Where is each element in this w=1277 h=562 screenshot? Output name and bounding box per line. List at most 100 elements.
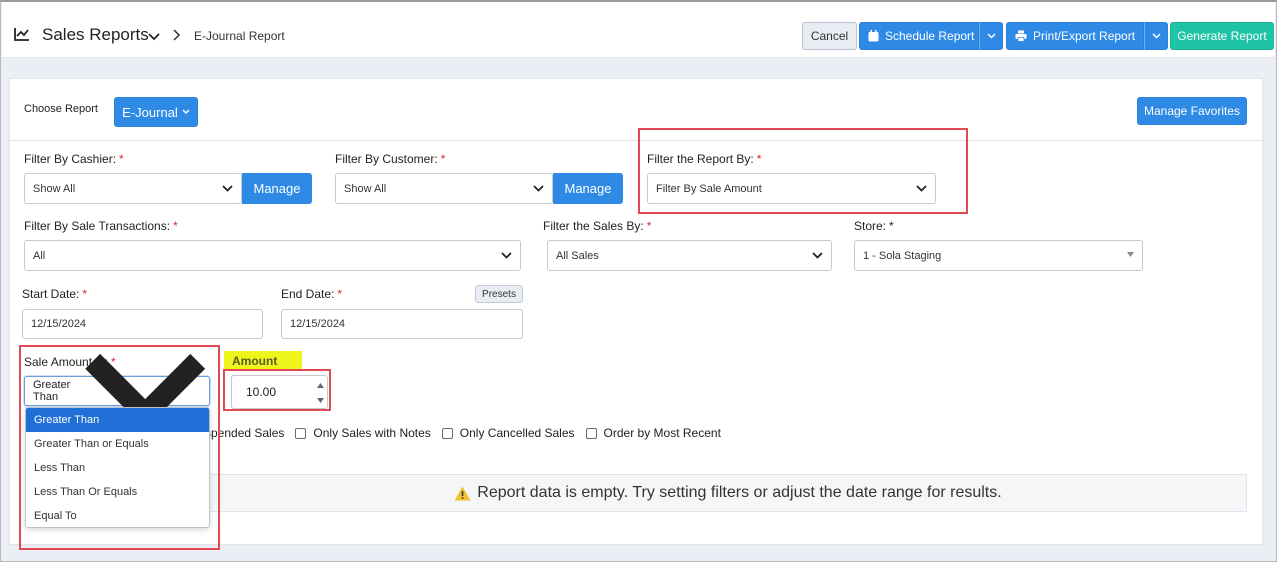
required-mark: *	[173, 219, 178, 233]
customer-label-text: Filter By Customer:	[335, 152, 438, 166]
generate-label: Generate Report	[1177, 29, 1267, 43]
top-bar: Sales Reports E-Journal Report Cancel Sc…	[2, 2, 1275, 58]
report-by-select[interactable]: Filter By Sale Amount	[647, 173, 936, 204]
required-mark: *	[646, 219, 652, 233]
cashier-filter-label: Filter By Cashier: *	[24, 152, 124, 166]
spin-up-icon[interactable]	[315, 378, 325, 392]
sales-by-label-text: Filter the Sales By:	[543, 219, 644, 233]
transactions-label-text: Filter By Sale Transactions:	[24, 219, 171, 233]
chevron-down-icon	[182, 109, 190, 115]
end-date-label: End Date: *	[281, 287, 342, 301]
sale-amount-select-value: Greater Than	[33, 379, 71, 403]
manage-favorites-button[interactable]: Manage Favorites	[1137, 97, 1247, 125]
transactions-filter-label: Filter By Sale Transactions: *	[24, 219, 178, 233]
required-mark: *	[119, 152, 124, 166]
checkbox-row: spended Sales Only Sales with Notes Only…	[205, 426, 732, 440]
checkbox-box[interactable]	[295, 427, 307, 439]
option-greater-than[interactable]: Greater Than	[26, 408, 209, 432]
start-date-input[interactable]: 12/15/2024	[22, 309, 263, 339]
spin-down-icon[interactable]	[315, 393, 325, 407]
option-greater-than-or-equals[interactable]: Greater Than or Equals	[26, 432, 209, 456]
store-select[interactable]: 1 - Sola Staging	[854, 240, 1143, 271]
chevron-down-icon	[812, 252, 823, 259]
cancelled-checkbox-label: Only Cancelled Sales	[459, 426, 575, 440]
most-recent-checkbox-label: Order by Most Recent	[603, 426, 721, 440]
warning-icon	[454, 486, 471, 500]
print-export-button[interactable]: Print/Export Report	[1006, 22, 1144, 50]
notes-checkbox[interactable]: Only Sales with Notes	[295, 426, 431, 440]
option-less-than[interactable]: Less Than	[26, 456, 209, 480]
option-equal-to[interactable]: Equal To	[26, 504, 209, 527]
calendar-icon	[868, 30, 879, 42]
chevron-down-icon	[222, 185, 233, 192]
sales-by-filter-label: Filter the Sales By: *	[543, 219, 651, 233]
choose-report-label: Choose Report	[24, 103, 98, 115]
end-date-input[interactable]: 12/15/2024	[281, 309, 523, 339]
start-date-label: Start Date: *	[22, 287, 87, 301]
amount-input[interactable]: 10.00	[231, 375, 328, 409]
chevron-right-icon	[173, 29, 181, 41]
generate-report-button[interactable]: Generate Report	[1170, 22, 1274, 50]
printer-icon	[1015, 30, 1027, 42]
suspended-sales-checkbox[interactable]: spended Sales	[205, 426, 284, 440]
cashier-manage-button[interactable]: Manage	[242, 173, 312, 204]
print-label: Print/Export Report	[1033, 29, 1136, 43]
end-date-label-text: End Date:	[281, 287, 335, 301]
report-card: Choose Report E-Journal Manage Favorites…	[9, 78, 1263, 545]
customer-select-value: Show All	[344, 182, 387, 195]
report-by-label: Filter the Report By: *	[647, 152, 761, 166]
store-label-text: Store:	[854, 219, 887, 233]
page-title[interactable]: Sales Reports	[42, 25, 149, 45]
customer-select[interactable]: Show All	[335, 173, 553, 204]
required-mark: *	[756, 152, 762, 166]
sale-amount-options: Greater Than Greater Than or Equals Less…	[25, 407, 210, 528]
sales-by-select-value: All Sales	[556, 249, 599, 262]
start-date-label-text: Start Date:	[22, 287, 80, 301]
chevron-down-icon	[986, 33, 996, 39]
notes-checkbox-label: Only Sales with Notes	[313, 426, 431, 440]
schedule-dropdown-button[interactable]	[979, 22, 1003, 50]
cashier-select-value: Show All	[33, 182, 76, 195]
breadcrumb: E-Journal Report	[194, 29, 285, 43]
cashier-select[interactable]: Show All	[24, 173, 242, 204]
customer-manage-button[interactable]: Manage	[553, 173, 623, 204]
required-mark: *	[889, 219, 894, 233]
schedule-report-button[interactable]: Schedule Report	[859, 22, 979, 50]
cancelled-checkbox[interactable]: Only Cancelled Sales	[441, 426, 575, 440]
manage-favorites-label: Manage Favorites	[1143, 104, 1241, 118]
amount-label: Amount	[232, 354, 278, 368]
checkbox-box[interactable]	[441, 427, 453, 439]
cancel-label: Cancel	[810, 29, 849, 43]
schedule-label: Schedule Report	[885, 29, 975, 43]
report-type-dropdown[interactable]: E-Journal	[114, 97, 198, 127]
amount-value: 10.00	[246, 385, 277, 399]
chevron-down-icon	[916, 185, 927, 192]
store-filter-label: Store: *	[854, 219, 894, 233]
transactions-select-value: All	[33, 249, 46, 262]
chevron-down-icon	[1151, 33, 1161, 39]
app-frame: Sales Reports E-Journal Report Cancel Sc…	[0, 0, 1277, 562]
empty-state-message: Report data is empty. Try setting filter…	[477, 484, 1002, 501]
cashier-label-text: Filter By Cashier:	[24, 152, 117, 166]
required-mark: *	[440, 152, 446, 166]
option-less-than-or-equals[interactable]: Less Than Or Equals	[26, 480, 209, 504]
print-dropdown-button[interactable]	[1144, 22, 1168, 50]
chevron-down-icon[interactable]	[148, 32, 160, 42]
presets-button[interactable]: Presets	[475, 285, 523, 303]
line-chart-icon	[14, 28, 29, 41]
transactions-select[interactable]: All	[24, 240, 521, 271]
cancel-button[interactable]: Cancel	[802, 22, 857, 50]
required-mark: *	[82, 287, 88, 301]
sales-by-select[interactable]: All Sales	[547, 240, 832, 271]
customer-filter-label: Filter By Customer: *	[335, 152, 445, 166]
empty-state-banner: Report data is empty. Try setting filter…	[209, 474, 1247, 512]
checkbox-box[interactable]	[585, 427, 597, 439]
report-by-select-value: Filter By Sale Amount	[656, 182, 762, 195]
caret-down-icon	[1127, 252, 1134, 257]
chevron-down-icon	[533, 185, 544, 192]
store-select-value: 1 - Sola Staging	[863, 249, 942, 262]
sale-amount-select[interactable]: Greater Than	[24, 354, 210, 430]
report-type-value: E-Journal	[122, 104, 178, 120]
most-recent-checkbox[interactable]: Order by Most Recent	[585, 426, 721, 440]
divider	[10, 140, 1262, 141]
